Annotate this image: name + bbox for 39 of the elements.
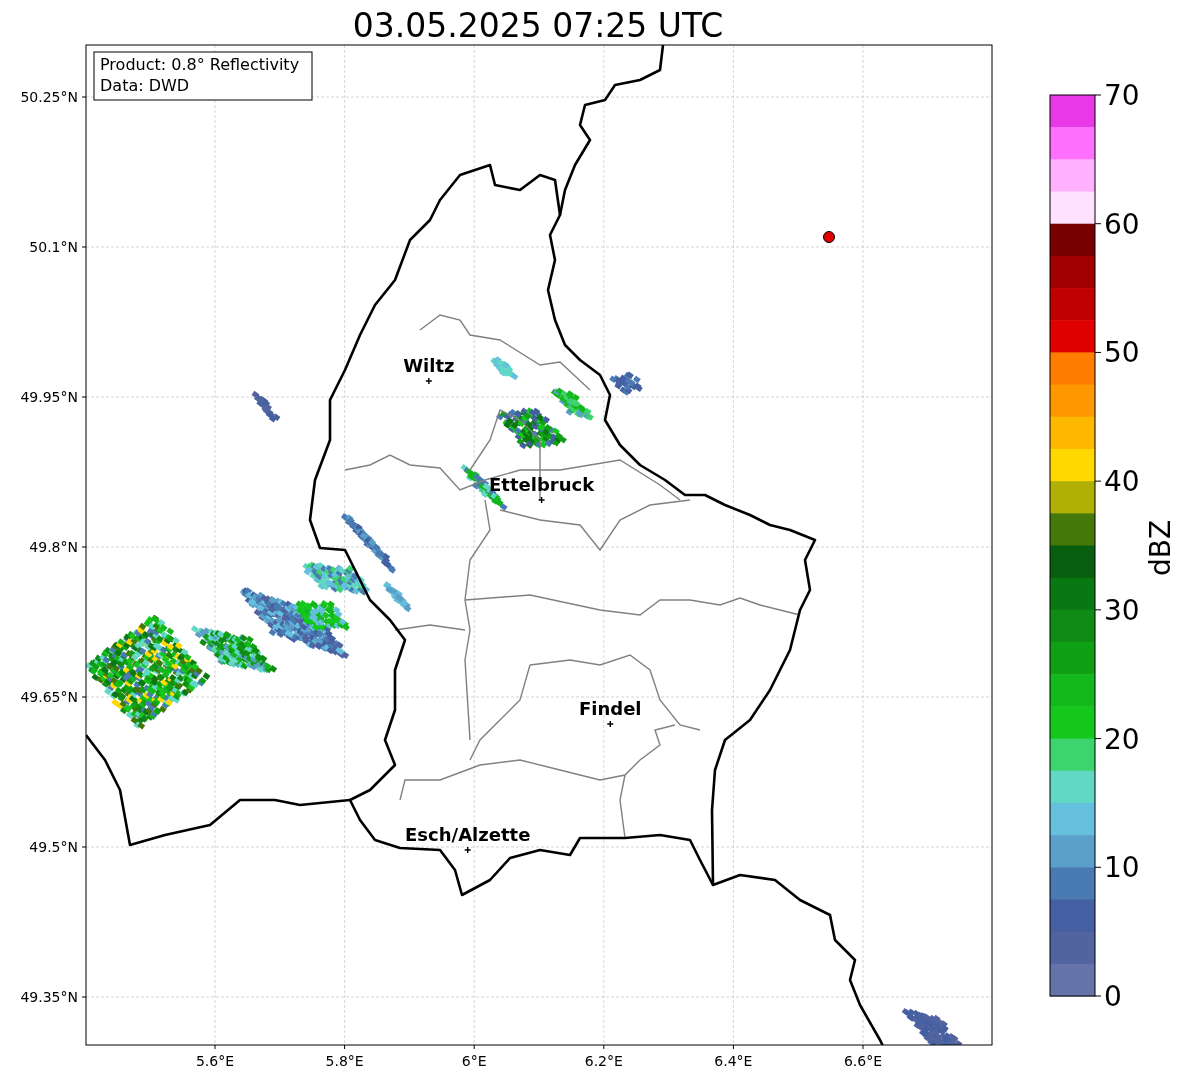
chart-title: 03.05.2025 07:25 UTC (352, 6, 724, 45)
colorbar-tick-label: 0 (1104, 980, 1122, 1013)
info-text: Product: 0.8° Reflectivity (100, 55, 300, 74)
colorbar-tick-label: 20 (1104, 722, 1140, 756)
colorbar-label: dBZ (1144, 519, 1177, 577)
longitude-label: 6.2°E (584, 1053, 623, 1069)
city-label: Ettelbruck (489, 474, 595, 495)
city-label: Wiltz (403, 355, 455, 376)
colorbar-tick-label: 70 (1104, 79, 1140, 112)
latitude-label: 49.35°N (20, 989, 78, 1005)
city-marker-icon (425, 377, 433, 385)
city-marker-icon (606, 720, 614, 728)
city-marker-icon (537, 496, 546, 504)
city-marker-icon (464, 846, 472, 854)
colorbar-tick-label: 10 (1104, 851, 1140, 885)
latitude-label: 49.5°N (29, 839, 78, 855)
longitude-label: 5.8°E (325, 1053, 364, 1069)
colorbar-tick-label: 50 (1104, 336, 1140, 370)
radar-echo (251, 390, 281, 423)
longitude-label: 6.6°E (843, 1053, 883, 1069)
latitude-label: 49.95°N (20, 389, 78, 405)
info-text: Data: DWD (100, 76, 190, 95)
radar-echo (609, 371, 643, 396)
city-label: Findel (579, 698, 642, 719)
longitude-label: 6°E (461, 1053, 487, 1069)
latitude-label: 49.65°N (20, 689, 78, 705)
longitude-label: 5.6°E (195, 1053, 235, 1069)
colorbar-tick-label: 30 (1104, 593, 1140, 627)
radar-echo (901, 1008, 963, 1045)
longitude-label: 6.4°E (714, 1053, 753, 1069)
radar-echo (490, 356, 519, 381)
radar-site-icon (823, 231, 835, 243)
colorbar-tick-label: 60 (1104, 207, 1140, 241)
latitude-label: 49.8°N (29, 539, 78, 555)
latitude-label: 50.25°N (20, 89, 78, 105)
city-label: Esch/Alzette (405, 824, 531, 845)
latitude-label: 50.1°N (29, 239, 78, 255)
colorbar-tick-label: 40 (1104, 465, 1140, 499)
radar-echo (383, 581, 412, 613)
